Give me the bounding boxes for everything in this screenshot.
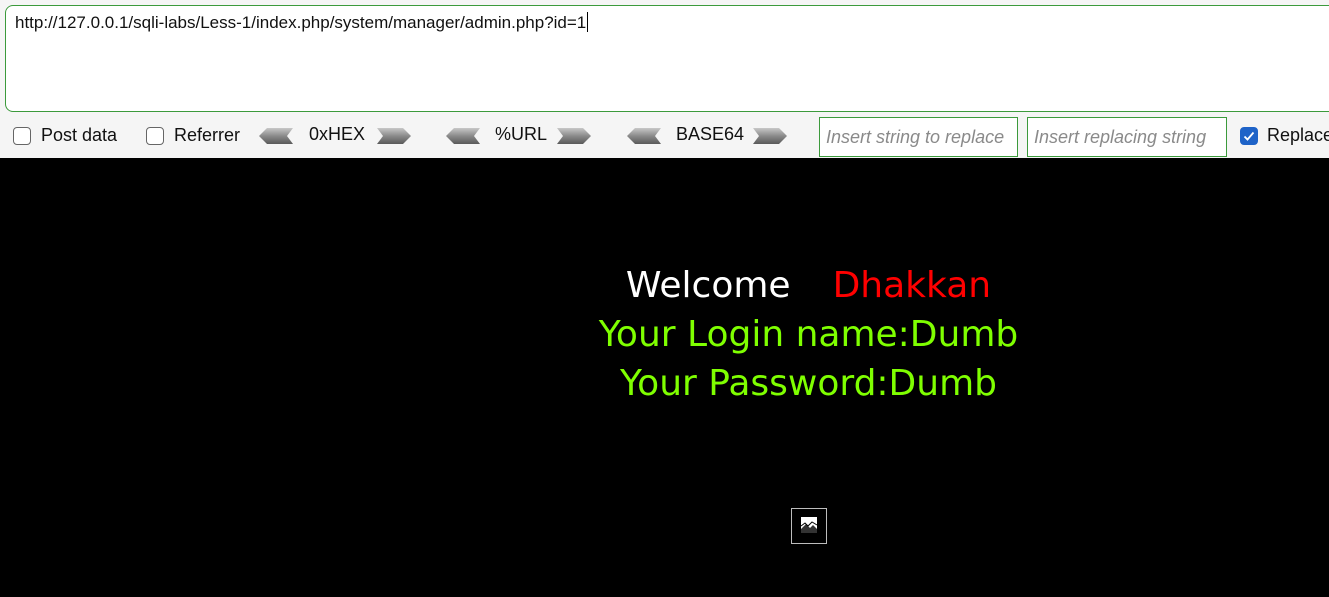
base64-encode-arrow-icon[interactable]	[753, 126, 787, 146]
url-text: http://127.0.0.1/sqli-labs/Less-1/index.…	[15, 13, 587, 32]
replace-label: Replace	[1267, 125, 1329, 145]
checkmark-icon	[1243, 131, 1255, 141]
broken-image	[791, 508, 827, 544]
login-name-line: Your Login name:Dumb	[598, 314, 1019, 355]
base64-decode-arrow-icon[interactable]	[627, 126, 661, 146]
url-encode-arrow-icon[interactable]	[557, 126, 591, 146]
url-label: %URL	[495, 124, 548, 144]
broken-image-icon	[800, 517, 818, 533]
welcome-line: Welcome Dhakkan	[0, 265, 1329, 306]
hex-encode-arrow-icon[interactable]	[377, 126, 411, 146]
welcome-text: Welcome	[625, 265, 791, 306]
replace-string-input[interactable]	[1027, 117, 1227, 157]
url-decode-arrow-icon[interactable]	[446, 126, 480, 146]
hex-label: 0xHEX	[309, 124, 366, 144]
post-data-label: Post data	[41, 125, 118, 145]
text-caret	[587, 12, 589, 32]
find-string-input[interactable]	[819, 117, 1018, 157]
post-data-checkbox[interactable]	[13, 127, 31, 145]
user-name: Dhakkan	[832, 265, 992, 306]
url-textarea[interactable]: http://127.0.0.1/sqli-labs/Less-1/index.…	[5, 5, 1329, 112]
replace-checkbox[interactable]	[1240, 127, 1258, 145]
base64-label: BASE64	[676, 124, 745, 144]
hex-decode-arrow-icon[interactable]	[259, 126, 293, 146]
referrer-checkbox[interactable]	[146, 127, 164, 145]
password-line: Your Password:Dumb	[619, 363, 998, 404]
referrer-label: Referrer	[174, 125, 241, 145]
